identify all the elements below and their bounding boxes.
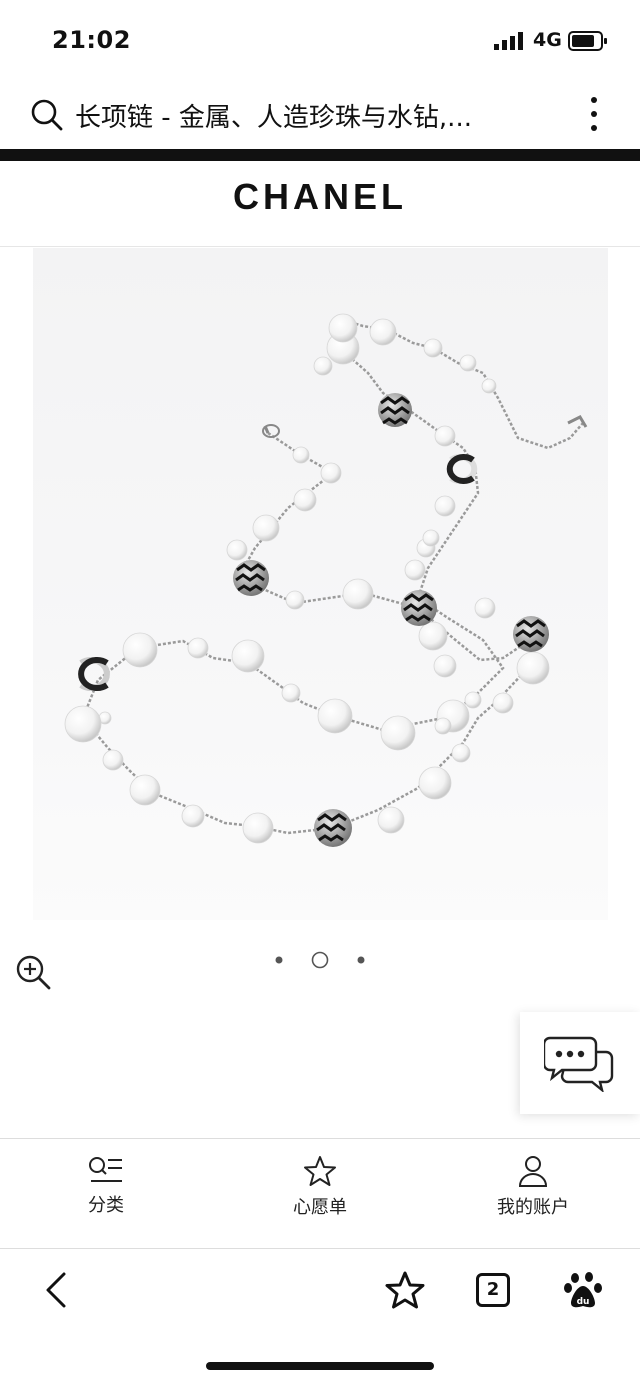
nav-item-account[interactable]: 我的账户 bbox=[463, 1155, 603, 1219]
zoom-in-icon[interactable] bbox=[14, 953, 52, 991]
gallery-dot-2-active bbox=[311, 951, 329, 969]
home-indicator bbox=[206, 1362, 434, 1370]
nav-divider bbox=[0, 1138, 640, 1139]
search-query[interactable]: 长项链 - 金属、人造珍珠与水钻,... bbox=[75, 97, 535, 134]
svg-text:du: du bbox=[577, 1297, 590, 1307]
nav-item-wishlist[interactable]: 心愿单 bbox=[250, 1155, 390, 1219]
more-vertical-icon[interactable] bbox=[585, 94, 603, 134]
gallery-pagination[interactable] bbox=[270, 948, 370, 972]
gallery-dot-1 bbox=[275, 956, 283, 964]
network-type: 4G bbox=[533, 29, 562, 51]
toolbar-divider bbox=[0, 1248, 640, 1249]
signal-icon bbox=[494, 32, 523, 50]
gallery-dot-3 bbox=[357, 956, 365, 964]
nav-label-account: 我的账户 bbox=[497, 1197, 569, 1218]
star-outline-icon bbox=[304, 1156, 336, 1186]
nav-label-category: 分类 bbox=[88, 1195, 124, 1216]
product-image[interactable] bbox=[33, 248, 608, 920]
baidu-icon[interactable]: du bbox=[563, 1270, 603, 1310]
header-divider bbox=[0, 149, 640, 161]
battery-icon bbox=[568, 31, 607, 51]
star-icon[interactable] bbox=[385, 1270, 425, 1310]
chat-bubble-icon[interactable] bbox=[544, 1034, 614, 1092]
tabs-button[interactable]: 2 bbox=[476, 1273, 510, 1307]
user-icon bbox=[518, 1156, 548, 1187]
search-icon[interactable] bbox=[30, 98, 64, 132]
back-icon[interactable] bbox=[38, 1268, 74, 1312]
category-list-icon bbox=[89, 1157, 122, 1182]
brand-logo[interactable]: CHANEL bbox=[0, 176, 640, 218]
nav-item-category[interactable]: 分类 bbox=[36, 1155, 176, 1217]
brand-divider bbox=[0, 246, 640, 247]
nav-label-wishlist: 心愿单 bbox=[293, 1197, 347, 1218]
status-time: 21:02 bbox=[52, 26, 131, 54]
